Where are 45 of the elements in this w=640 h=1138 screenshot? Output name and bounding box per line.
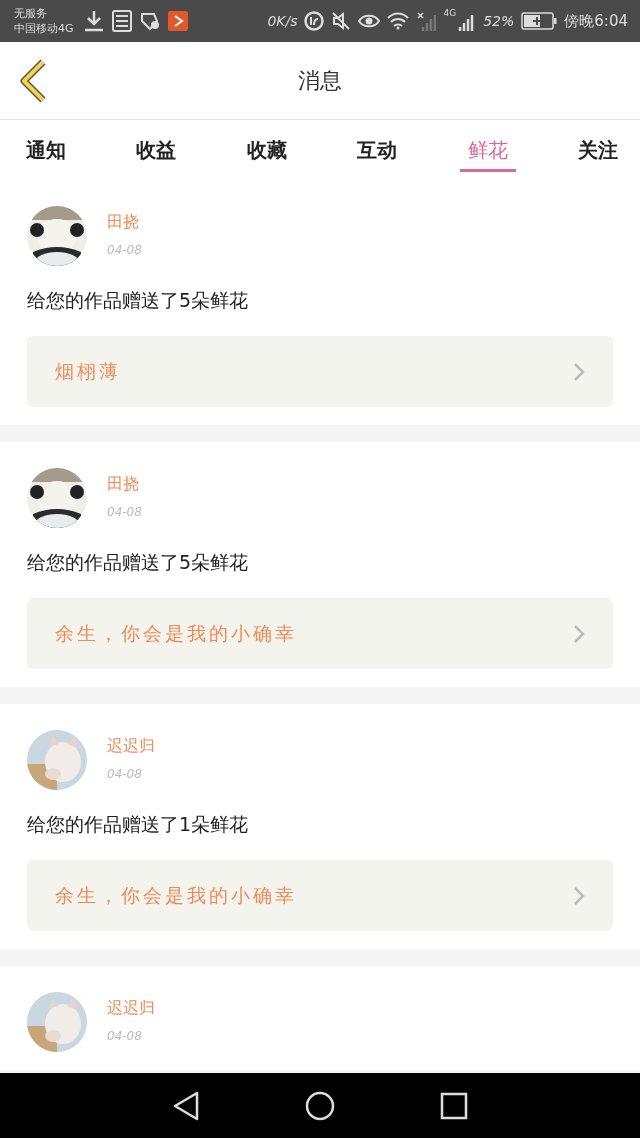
mute-icon [331,11,352,31]
tab[interactable]: 互动 [349,120,406,172]
network-type: 4G [443,8,457,18]
work-title: 烟栩薄 [55,358,121,384]
tab[interactable]: 通知 [18,120,74,172]
eye-icon [358,12,381,30]
tab[interactable]: 关注 [569,120,626,172]
message-date: 04-08 [107,505,142,519]
tab[interactable]: 收益 [128,120,185,172]
work-link[interactable]: 余生，你会是我的小确幸 [27,860,613,931]
user-name[interactable]: 迟迟归 [107,736,155,757]
message-date: 04-08 [107,243,142,257]
user-name[interactable]: 迟迟归 [107,998,155,1019]
message-text: 给您的作品赠送了5朵鲜花 [27,288,250,313]
user-name[interactable]: 田挠 [107,474,142,495]
carrier-name: 中国移动4G [14,21,74,36]
clock: 傍晚6:04 [564,11,628,31]
battery-percent: 52% [483,13,515,29]
message-text: 给您的作品赠送了1朵鲜花 [27,812,250,837]
battery-icon [521,12,558,30]
user-name[interactable]: 田挠 [107,212,142,233]
storage-icon [111,10,132,32]
work-link[interactable]: 余生，你会是我的小确幸 [27,598,613,669]
page-title: 消息 [298,66,342,95]
wifi-icon [387,12,410,30]
back-icon[interactable] [18,59,48,103]
chevron-right-icon [573,885,585,906]
recents-nav-icon[interactable] [439,1091,468,1120]
back-nav-icon[interactable] [172,1090,201,1121]
no-signal-icon [416,11,437,31]
work-link[interactable]: 烟栩薄 [27,336,613,407]
chevron-right-icon [573,623,585,644]
work-title: 余生，你会是我的小确幸 [55,620,297,646]
message-date: 04-08 [107,1029,143,1043]
chevron-right-icon [573,361,585,382]
play-icon [167,11,188,31]
service-status: 无服务 [14,6,48,21]
message-text: 给您的作品赠送了5朵鲜花 [27,550,250,575]
home-nav-icon[interactable] [305,1090,335,1121]
tab[interactable]: 鲜花 [459,120,516,172]
work-title: 余生，你会是我的小确幸 [55,882,297,908]
tab[interactable]: 收藏 [238,120,295,172]
download-icon [82,9,105,33]
network-speed: 0K/s [267,13,298,29]
message-date: 04-08 [107,767,143,781]
